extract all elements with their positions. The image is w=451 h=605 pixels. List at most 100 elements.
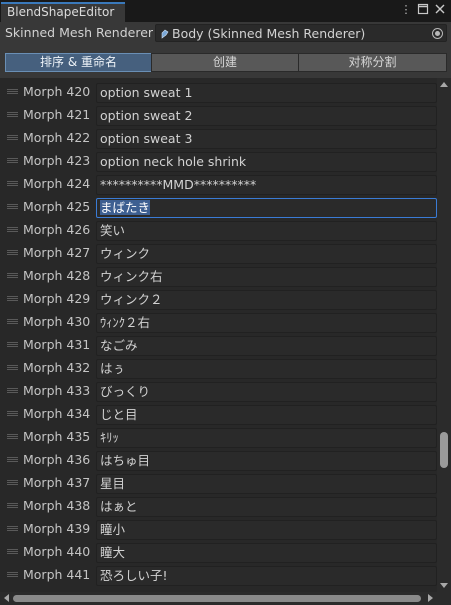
morph-name-text: option neck hole shrink <box>100 154 247 169</box>
drag-handle-icon[interactable] <box>7 388 18 393</box>
tab-symmetry-split[interactable]: 对称分割 <box>298 53 447 72</box>
window-tab[interactable]: BlendShapeEditor <box>1 2 125 22</box>
morph-label: Morph 424 <box>23 176 91 191</box>
scroll-left-arrow-icon[interactable] <box>4 594 9 602</box>
drag-handle-icon[interactable] <box>7 227 18 232</box>
drag-handle-icon[interactable] <box>7 549 18 554</box>
morph-label: Morph 438 <box>23 498 91 513</box>
morph-name-field[interactable]: option sweat 3 <box>96 129 437 149</box>
tab-create[interactable]: 创建 <box>151 53 299 72</box>
morph-row: Morph 441 恐ろしい子! <box>0 564 437 587</box>
morph-label: Morph 430 <box>23 314 91 329</box>
morph-name-field[interactable]: はちゅ目 <box>96 451 437 471</box>
drag-handle-icon[interactable] <box>7 250 18 255</box>
morph-name-field[interactable]: はぅ <box>96 359 437 379</box>
morph-name-field[interactable]: ｳｨﾝｸ２右 <box>96 313 437 333</box>
scroll-down-arrow-icon[interactable] <box>440 583 448 588</box>
morph-name-text: ウィンク右 <box>100 269 163 284</box>
morph-name-field[interactable]: option neck hole shrink <box>96 152 437 172</box>
drag-handle-icon[interactable] <box>7 342 18 347</box>
morph-label: Morph 433 <box>23 383 91 398</box>
morph-label: Morph 441 <box>23 567 91 582</box>
close-icon[interactable] <box>433 3 447 17</box>
morph-name-field[interactable]: **********MMD********** <box>96 175 437 195</box>
morph-name-field[interactable]: 瞳大 <box>96 543 437 563</box>
morph-label: Morph 426 <box>23 222 91 237</box>
morph-name-field[interactable]: ウィンク２ <box>96 290 437 310</box>
morph-row: Morph 421 option sweat 2 <box>0 104 437 127</box>
drag-handle-icon[interactable] <box>7 526 18 531</box>
morph-name-text: ｳｨﾝｸ２右 <box>100 315 151 330</box>
drag-handle-icon[interactable] <box>7 181 18 186</box>
drag-handle-icon[interactable] <box>7 457 18 462</box>
morph-name-field[interactable]: ｷﾘｯ <box>96 428 437 448</box>
morph-name-field[interactable]: まばたき <box>96 198 437 218</box>
morph-name-text: じと目 <box>100 407 138 422</box>
drag-handle-icon[interactable] <box>7 89 18 94</box>
morph-name-field[interactable]: 恐ろしい子! <box>96 566 437 586</box>
morph-name-text: ウィンク２ <box>100 292 163 307</box>
drag-handle-icon[interactable] <box>7 273 18 278</box>
morph-name-field[interactable]: option sweat 1 <box>96 83 437 103</box>
morph-label: Morph 434 <box>23 406 91 421</box>
scroll-right-arrow-icon[interactable] <box>428 594 433 602</box>
morph-name-field[interactable]: ウィンク右 <box>96 267 437 287</box>
object-picker-icon[interactable] <box>432 28 443 39</box>
morph-name-field[interactable]: option sweat 2 <box>96 106 437 126</box>
drag-handle-icon[interactable] <box>7 204 18 209</box>
renderer-object-field[interactable]: Body (Skinned Mesh Renderer) <box>155 24 447 42</box>
drag-handle-icon[interactable] <box>7 572 18 577</box>
drag-handle-icon[interactable] <box>7 135 18 140</box>
morph-row: Morph 426 笑い <box>0 219 437 242</box>
mode-toolbar: 排序 & 重命名 创建 对称分割 <box>0 44 451 78</box>
maximize-icon[interactable] <box>416 3 430 17</box>
morph-label: Morph 440 <box>23 544 91 559</box>
drag-handle-icon[interactable] <box>7 365 18 370</box>
drag-handle-icon[interactable] <box>7 503 18 508</box>
morph-row: Morph 428 ウィンク右 <box>0 265 437 288</box>
morph-name-field[interactable]: なごみ <box>96 336 437 356</box>
morph-label: Morph 431 <box>23 337 91 352</box>
morph-name-text: option sweat 1 <box>100 85 193 100</box>
morph-name-field[interactable]: 瞳小 <box>96 520 437 540</box>
morph-label: Morph 432 <box>23 360 91 375</box>
morph-row: Morph 437 星目 <box>0 472 437 495</box>
drag-handle-icon[interactable] <box>7 411 18 416</box>
tab-sort-rename[interactable]: 排序 & 重命名 <box>5 53 152 72</box>
morph-list: Morph 420 option sweat 1 Morph 421 option s… <box>0 78 437 592</box>
morph-row: Morph 435 ｷﾘｯ <box>0 426 437 449</box>
morph-name-field[interactable]: はぁと <box>96 497 437 517</box>
drag-handle-icon[interactable] <box>7 480 18 485</box>
vertical-scrollbar[interactable] <box>437 78 451 592</box>
morph-label: Morph 422 <box>23 130 91 145</box>
morph-name-field[interactable]: 笑い <box>96 221 437 241</box>
morph-row: Morph 433 びっくり <box>0 380 437 403</box>
drag-handle-icon[interactable] <box>7 158 18 163</box>
horizontal-scrollbar[interactable] <box>0 592 451 605</box>
morph-name-field[interactable]: じと目 <box>96 405 437 425</box>
morph-row: Morph 427 ウィンク <box>0 242 437 265</box>
horizontal-scroll-thumb[interactable] <box>13 595 421 602</box>
morph-label: Morph 436 <box>23 452 91 467</box>
drag-handle-icon[interactable] <box>7 112 18 117</box>
morph-row: Morph 430 ｳｨﾝｸ２右 <box>0 311 437 334</box>
morph-row: Morph 425 まばたき <box>0 196 437 219</box>
kebab-menu-icon[interactable]: ⋮ <box>399 3 413 17</box>
drag-handle-icon[interactable] <box>7 434 18 439</box>
morph-name-text: 瞳小 <box>100 522 126 537</box>
morph-name-text: まばたき <box>100 200 151 215</box>
morph-name-field[interactable]: ウィンク <box>96 244 437 264</box>
morph-label: Morph 423 <box>23 153 91 168</box>
drag-handle-icon[interactable] <box>7 296 18 301</box>
morph-name-text: 恐ろしい子! <box>100 568 168 583</box>
morph-row: Morph 434 じと目 <box>0 403 437 426</box>
scroll-up-arrow-icon[interactable] <box>440 82 448 87</box>
vertical-scroll-thumb[interactable] <box>440 432 448 468</box>
morph-name-field[interactable]: 星目 <box>96 474 437 494</box>
morph-row: Morph 438 はぁと <box>0 495 437 518</box>
morph-name-text: 瞳大 <box>100 545 126 560</box>
morph-row: Morph 432 はぅ <box>0 357 437 380</box>
morph-label: Morph 439 <box>23 521 91 536</box>
morph-name-field[interactable]: びっくり <box>96 382 437 402</box>
drag-handle-icon[interactable] <box>7 319 18 324</box>
